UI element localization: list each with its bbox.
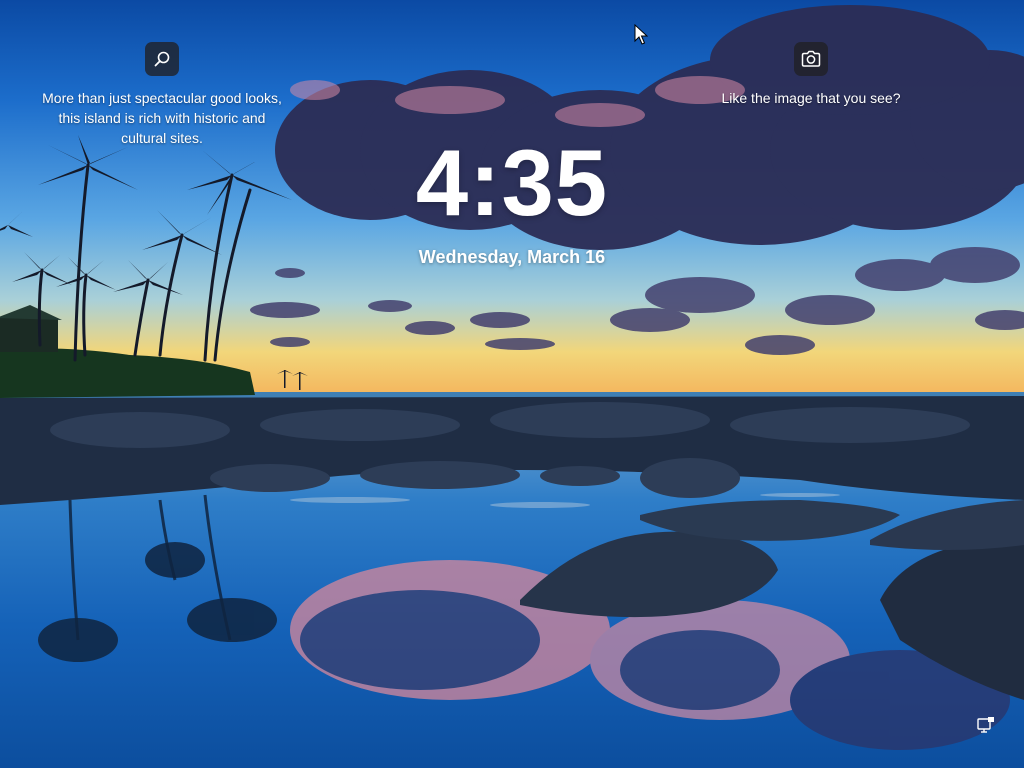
spotlight-camera-caption[interactable]: Like the image that you see? <box>700 88 922 108</box>
mouse-pointer-icon <box>634 24 648 45</box>
spotlight-camera-button[interactable] <box>794 42 828 76</box>
search-icon <box>154 51 170 67</box>
network-icon[interactable] <box>973 714 997 738</box>
spotlight-info-caption[interactable]: More than just spectacular good looks, t… <box>40 88 284 148</box>
spotlight-info-button[interactable] <box>145 42 179 76</box>
camera-icon <box>801 50 821 67</box>
lock-screen-date: Wednesday, March 16 <box>418 247 606 267</box>
lock-screen[interactable]: More than just spectacular good looks, t… <box>0 0 1024 768</box>
lock-screen-time: 4:35 <box>415 130 609 235</box>
